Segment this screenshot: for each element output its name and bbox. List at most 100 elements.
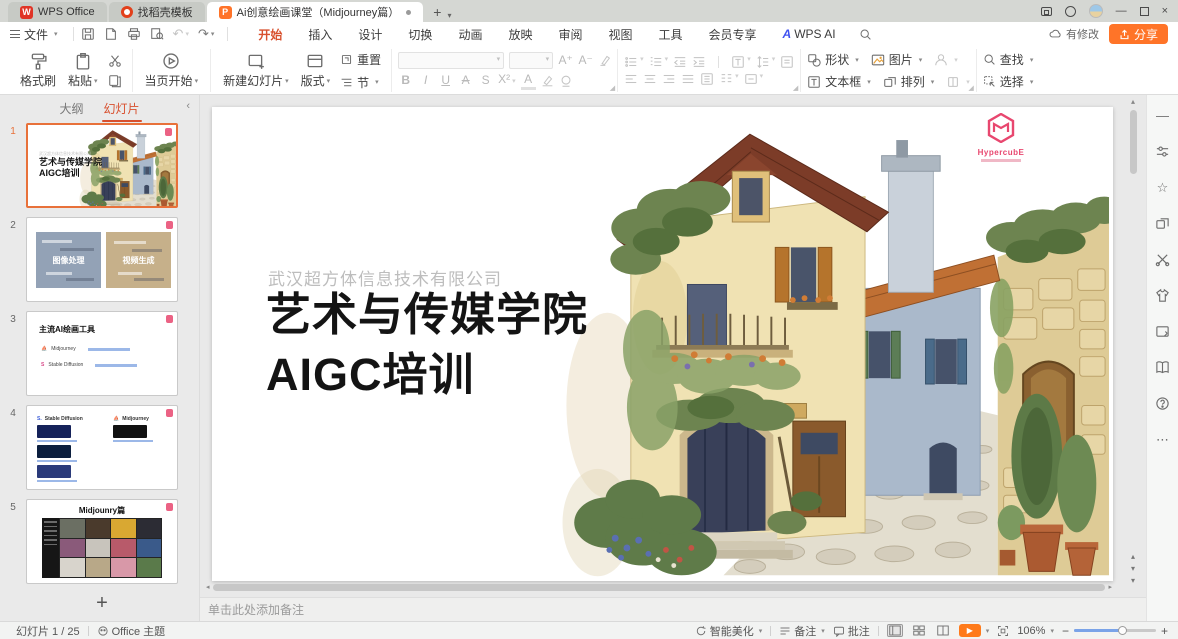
scroll-right-icon[interactable]: ▸ [1108, 583, 1112, 591]
ribbon-tab-view[interactable]: 视图 [595, 22, 645, 47]
tab-docer-templates[interactable]: 找稻壳模板 [109, 2, 205, 22]
paragraph-settings-button[interactable] [780, 55, 794, 69]
align-center-button[interactable] [643, 72, 657, 86]
zoom-in-button[interactable]: + [1161, 624, 1168, 638]
share-button[interactable]: 分享 [1109, 24, 1168, 44]
columns-button[interactable]: ▾ [719, 72, 739, 86]
global-services-icon[interactable] [1065, 6, 1076, 17]
ribbon-tab-animation[interactable]: 动画 [445, 22, 495, 47]
font-color-button[interactable]: A [521, 72, 536, 90]
help-icon[interactable] [1155, 395, 1171, 411]
output-icon[interactable] [104, 27, 118, 41]
normal-view-button[interactable] [887, 624, 903, 637]
panel-collapse-icon[interactable]: — [1155, 107, 1171, 123]
paste-button[interactable]: 粘贴▾ [62, 51, 104, 90]
layout-button[interactable]: 版式▾ [295, 51, 337, 90]
bold-button[interactable]: B [398, 73, 413, 88]
slide-sorter-view-button[interactable] [911, 624, 927, 637]
comments-button[interactable]: 批注 [833, 623, 870, 639]
select-button[interactable]: 选择▾ [983, 73, 1034, 90]
format-painter-button[interactable]: 格式刷 [14, 51, 62, 90]
redo-button[interactable]: ↷▾ [198, 26, 214, 42]
skin-icon[interactable] [1155, 287, 1171, 303]
user-avatar[interactable] [1089, 4, 1103, 18]
text-effects-icon[interactable] [559, 74, 573, 88]
vscroll-thumb[interactable] [1130, 110, 1137, 174]
panel-tab-outline[interactable]: 大纲 [59, 100, 83, 117]
tab-wps-home[interactable]: W WPS Office [8, 2, 107, 22]
increase-indent-button[interactable] [692, 55, 706, 69]
play-from-current-button[interactable]: 当页开始▾ [139, 51, 205, 90]
ribbon-tab-design[interactable]: 设计 [345, 22, 395, 47]
zoom-out-button[interactable]: − [1062, 624, 1069, 638]
tab-current-document[interactable]: P Ai创意绘画课堂（Midjourney篇） [207, 2, 424, 22]
reset-button[interactable]: 重置 [340, 51, 381, 68]
align-left-button[interactable] [624, 72, 638, 86]
merge-shapes-button[interactable]: ▾ [946, 75, 970, 89]
decrease-font-button[interactable]: A⁻ [578, 53, 593, 68]
find-button[interactable]: 查找▾ [983, 51, 1034, 68]
zoom-knob[interactable] [1118, 626, 1127, 635]
slide-thumbnail-5[interactable]: 5 Midjounry篇 [0, 499, 199, 584]
ribbon-tab-slideshow[interactable]: 放映 [495, 22, 545, 47]
tab-list-caret-icon[interactable]: ▾ [447, 11, 451, 22]
textbox-button[interactable]: 文本框▾ [807, 73, 871, 90]
theme-indicator[interactable]: Office 主题 [97, 623, 166, 639]
panel-collapse-button[interactable]: ‹ [186, 100, 190, 112]
print-preview-icon[interactable] [150, 27, 164, 41]
scroll-left-icon[interactable]: ◂ [206, 583, 210, 591]
fit-slide-button[interactable] [997, 625, 1009, 637]
slide-thumbnail-4[interactable]: 4 S.Stable Diffusion ⛵Midjourney [0, 405, 199, 490]
reading-view-button[interactable] [935, 624, 951, 637]
section-button[interactable]: 节▾ [340, 74, 381, 91]
restore-button[interactable] [1140, 7, 1149, 16]
next-slide-icon[interactable]: ▾ [1131, 564, 1135, 573]
decrease-indent-button[interactable] [673, 55, 687, 69]
slide-title-text[interactable]: 艺术与传媒学院 AIGC培训 [266, 285, 588, 405]
print-icon[interactable] [127, 27, 141, 41]
more-icon[interactable]: ⋯ [1155, 431, 1171, 447]
ribbon-tab-member[interactable]: 会员专享 [696, 22, 770, 47]
slide-editor[interactable]: 武汉超方体信息技术有限公司 艺术与传媒学院 AIGC培训 HypercubE [212, 107, 1113, 581]
font-size-select[interactable] [509, 52, 553, 69]
align-right-button[interactable] [662, 72, 676, 86]
ribbon-tab-wps-ai[interactable]: AWPS AI [770, 23, 849, 45]
smart-beautify-button[interactable]: 智能美化▾ [695, 623, 763, 639]
clear-format-icon[interactable] [598, 54, 611, 67]
hscroll-thumb[interactable] [213, 584, 1106, 591]
strikethrough-button[interactable]: A [458, 73, 473, 88]
distribute-button[interactable] [700, 72, 714, 86]
file-menu-button[interactable]: 文件 ▾ [10, 26, 58, 43]
object-properties-icon[interactable] [1155, 143, 1171, 159]
crop-tools-icon[interactable] [1155, 251, 1171, 267]
slide-thumbnail-2[interactable]: 2 图像处理 [0, 217, 199, 302]
numbering-button[interactable]: ▾ [649, 55, 669, 69]
close-button[interactable]: × [1162, 6, 1168, 17]
vertical-scrollbar[interactable]: ▴ ▴ ▾ ▾ [1127, 97, 1139, 585]
bullets-button[interactable]: ▾ [624, 55, 644, 69]
ribbon-tab-insert[interactable]: 插入 [295, 22, 345, 47]
notes-bar[interactable]: 单击此处添加备注 [200, 597, 1146, 621]
picture-button[interactable]: 图片▾ [871, 51, 923, 68]
zoom-slider[interactable]: − + [1062, 624, 1168, 638]
horizontal-scrollbar[interactable]: ◂ ▸ [206, 583, 1112, 591]
justify-button[interactable] [681, 72, 695, 86]
new-tab-button[interactable]: + [425, 4, 447, 22]
prev-slide-icon[interactable]: ▴ [1131, 552, 1135, 561]
save-icon[interactable] [81, 27, 95, 41]
guide-book-icon[interactable] [1155, 359, 1171, 375]
text-direction-button[interactable]: ▾ [731, 55, 751, 69]
slide-thumbnail-1[interactable]: 1 武汉超方体信息技术有限公司 艺术与传媒学院AIGC培训 [0, 123, 199, 208]
workspace-icon[interactable] [1041, 7, 1052, 16]
shadow-button[interactable]: S [478, 73, 493, 88]
resources-star-icon[interactable]: ☆ [1155, 179, 1171, 195]
minimize-button[interactable]: — [1116, 6, 1127, 17]
slideshow-play-button[interactable]: ▶▾ [959, 624, 990, 637]
shapes-button[interactable]: 形状▾ [807, 51, 859, 68]
undo-button[interactable]: ↶▾ [173, 26, 189, 42]
indent-settings-button[interactable]: ▾ [744, 72, 764, 86]
highlight-color-icon[interactable] [541, 74, 554, 87]
font-family-select[interactable] [398, 52, 504, 69]
sync-status[interactable]: 有修改 [1049, 26, 1099, 42]
beautify-assistant-icon[interactable] [1155, 323, 1171, 339]
